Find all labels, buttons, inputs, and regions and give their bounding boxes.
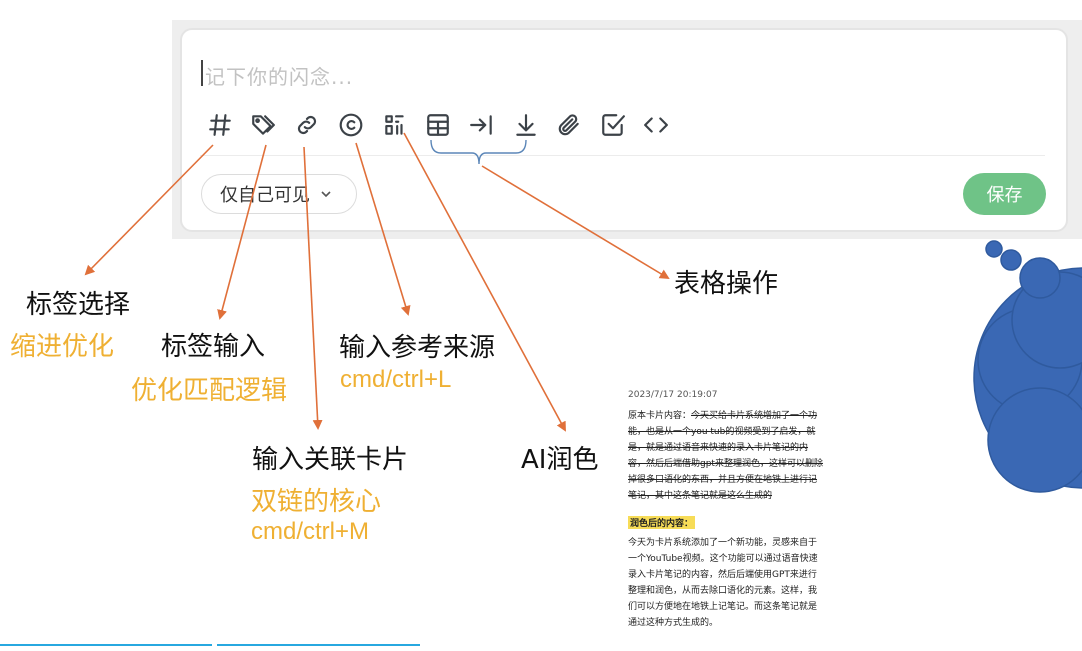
annotation-tag-input: 标签输入 (161, 332, 266, 362)
annotation-link-shortcut: cmd/ctrl+M (251, 518, 370, 545)
visibility-label: 仅自己可见 (220, 185, 310, 206)
annotation-ref-shortcut: cmd/ctrl+L (340, 366, 452, 393)
chevron-down-icon (321, 191, 331, 198)
bottom-accent-line (0, 644, 212, 646)
ai-sparkle-icon[interactable] (380, 110, 410, 140)
annotation-tag-select: 标签选择 (26, 290, 131, 320)
link-icon[interactable] (292, 110, 322, 140)
annotation-link-core: 双链的核心 (251, 487, 382, 517)
toolbar-divider (200, 155, 1045, 156)
text-caret (201, 60, 203, 86)
copyright-icon[interactable] (336, 110, 366, 140)
visibility-dropdown[interactable]: 仅自己可见 (201, 174, 357, 214)
note-original-text: 今天买给卡片系统增加了一个功能，也是从一个you tub的视频受到了启发，就是，… (628, 411, 823, 501)
note-original-label: 原本卡片内容： (628, 411, 692, 421)
memo-input[interactable]: 记下你的闪念... (205, 61, 353, 90)
table-icon[interactable] (423, 110, 453, 140)
download-icon[interactable] (511, 110, 541, 140)
hash-icon[interactable] (205, 110, 235, 140)
annotation-ref-source: 输入参考来源 (339, 333, 496, 363)
annotation-ai-polish: AI润色 (521, 445, 599, 475)
save-button[interactable]: 保存 (963, 173, 1046, 215)
paperclip-icon[interactable] (554, 110, 584, 140)
annotation-match-opt: 优化匹配逻辑 (131, 376, 288, 406)
code-icon[interactable] (641, 110, 671, 140)
annotation-indent-opt: 缩进优化 (10, 332, 115, 362)
bottom-accent-line (217, 644, 420, 646)
annotation-table-ops: 表格操作 (674, 269, 779, 299)
note-original: 原本卡片内容：今天买给卡片系统增加了一个功能，也是从一个you tub的视频受到… (628, 408, 823, 504)
note-timestamp: 2023/7/17 20:19:07 (628, 390, 718, 400)
annotation-link-card: 输入关联卡片 (252, 445, 409, 475)
note-polished-label: 润色后的内容： (628, 516, 696, 529)
note-card: 2023/7/17 20:19:07 原本卡片内容：今天买给卡片系统增加了一个功… (628, 390, 823, 631)
tags-icon[interactable] (248, 110, 278, 140)
note-polished-text: 今天为卡片系统添加了一个新功能，灵感来自于一个YouTube视频。这个功能可以通… (628, 538, 818, 628)
checkbox-icon[interactable] (598, 110, 628, 140)
indent-icon[interactable] (467, 110, 497, 140)
